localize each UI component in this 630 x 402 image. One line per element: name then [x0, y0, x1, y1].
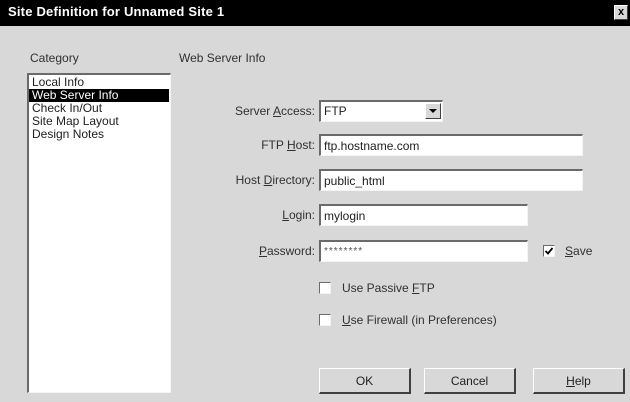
server-access-value: FTP: [324, 104, 347, 118]
save-label[interactable]: Save: [565, 244, 592, 258]
server-access-select[interactable]: FTP: [319, 100, 443, 122]
category-list[interactable]: Local Info Web Server Info Check In/Out …: [27, 73, 171, 393]
host-directory-label: Host Directory:: [235, 173, 315, 187]
ok-button[interactable]: OK: [319, 368, 411, 394]
host-directory-input[interactable]: [319, 169, 583, 191]
help-button[interactable]: Help: [533, 368, 625, 394]
password-label: Password:: [258, 244, 315, 258]
category-item-design-notes[interactable]: Design Notes: [29, 128, 170, 141]
password-input[interactable]: [319, 240, 528, 262]
ftp-host-input[interactable]: [319, 134, 583, 156]
section-title: Web Server Info: [179, 51, 266, 65]
checkmark-icon: [544, 247, 554, 255]
title-bar[interactable]: Site Definition for Unnamed Site 1 x: [0, 0, 630, 26]
window-title: Site Definition for Unnamed Site 1: [8, 4, 225, 19]
close-button[interactable]: x: [614, 5, 628, 20]
passive-ftp-checkbox[interactable]: [319, 282, 331, 294]
server-access-label: Server Access:: [234, 104, 315, 118]
ftp-host-label: FTP Host:: [261, 138, 315, 152]
close-icon: x: [617, 6, 625, 18]
save-checkbox[interactable]: [543, 245, 555, 257]
site-definition-dialog: Site Definition for Unnamed Site 1 x Cat…: [0, 0, 630, 402]
firewall-checkbox[interactable]: [319, 314, 331, 326]
category-label: Category: [30, 51, 79, 65]
passive-ftp-label[interactable]: Use Passive FTP: [342, 281, 435, 295]
chevron-down-icon[interactable]: [425, 103, 441, 119]
login-label: Login:: [282, 208, 315, 222]
cancel-button[interactable]: Cancel: [424, 368, 516, 394]
login-input[interactable]: [319, 204, 528, 226]
firewall-label[interactable]: Use Firewall (in Preferences): [342, 313, 497, 327]
